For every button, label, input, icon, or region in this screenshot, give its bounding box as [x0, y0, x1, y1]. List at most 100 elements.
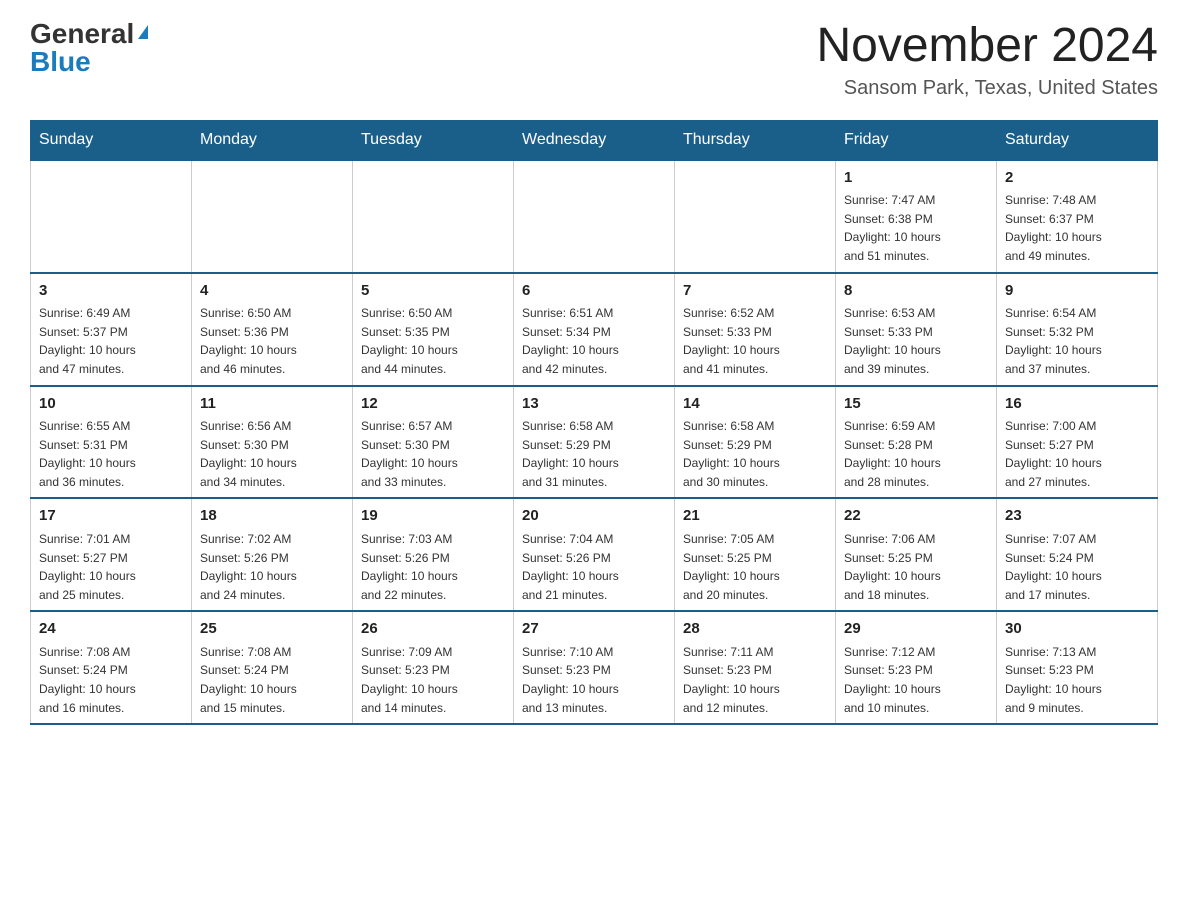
day-number: 21 [683, 505, 827, 528]
calendar-cell: 9Sunrise: 6:54 AMSunset: 5:32 PMDaylight… [997, 273, 1158, 386]
calendar-cell: 23Sunrise: 7:07 AMSunset: 5:24 PMDayligh… [997, 498, 1158, 611]
logo-general: General [30, 20, 134, 48]
calendar-cell: 29Sunrise: 7:12 AMSunset: 5:23 PMDayligh… [836, 611, 997, 724]
calendar-cell: 16Sunrise: 7:00 AMSunset: 5:27 PMDayligh… [997, 386, 1158, 499]
calendar-cell: 12Sunrise: 6:57 AMSunset: 5:30 PMDayligh… [353, 386, 514, 499]
day-info: Sunrise: 6:57 AMSunset: 5:30 PMDaylight:… [361, 417, 505, 491]
calendar-week-row: 3Sunrise: 6:49 AMSunset: 5:37 PMDaylight… [31, 273, 1158, 386]
day-info: Sunrise: 7:02 AMSunset: 5:26 PMDaylight:… [200, 530, 344, 604]
day-number: 2 [1005, 167, 1149, 190]
day-info: Sunrise: 6:56 AMSunset: 5:30 PMDaylight:… [200, 417, 344, 491]
calendar-cell: 4Sunrise: 6:50 AMSunset: 5:36 PMDaylight… [192, 273, 353, 386]
day-number: 14 [683, 393, 827, 416]
day-number: 16 [1005, 393, 1149, 416]
calendar-cell: 28Sunrise: 7:11 AMSunset: 5:23 PMDayligh… [675, 611, 836, 724]
calendar-week-row: 17Sunrise: 7:01 AMSunset: 5:27 PMDayligh… [31, 498, 1158, 611]
day-number: 30 [1005, 618, 1149, 641]
day-info: Sunrise: 7:13 AMSunset: 5:23 PMDaylight:… [1005, 643, 1149, 717]
day-info: Sunrise: 7:01 AMSunset: 5:27 PMDaylight:… [39, 530, 183, 604]
day-number: 15 [844, 393, 988, 416]
calendar-cell: 21Sunrise: 7:05 AMSunset: 5:25 PMDayligh… [675, 498, 836, 611]
calendar-week-row: 10Sunrise: 6:55 AMSunset: 5:31 PMDayligh… [31, 386, 1158, 499]
calendar-header-row: SundayMondayTuesdayWednesdayThursdayFrid… [31, 120, 1158, 160]
day-info: Sunrise: 7:00 AMSunset: 5:27 PMDaylight:… [1005, 417, 1149, 491]
day-info: Sunrise: 7:04 AMSunset: 5:26 PMDaylight:… [522, 530, 666, 604]
day-number: 27 [522, 618, 666, 641]
day-number: 17 [39, 505, 183, 528]
calendar-cell: 11Sunrise: 6:56 AMSunset: 5:30 PMDayligh… [192, 386, 353, 499]
day-info: Sunrise: 6:54 AMSunset: 5:32 PMDaylight:… [1005, 304, 1149, 378]
day-number: 12 [361, 393, 505, 416]
day-info: Sunrise: 6:50 AMSunset: 5:35 PMDaylight:… [361, 304, 505, 378]
day-info: Sunrise: 6:55 AMSunset: 5:31 PMDaylight:… [39, 417, 183, 491]
calendar-cell: 22Sunrise: 7:06 AMSunset: 5:25 PMDayligh… [836, 498, 997, 611]
day-number: 25 [200, 618, 344, 641]
calendar-cell: 26Sunrise: 7:09 AMSunset: 5:23 PMDayligh… [353, 611, 514, 724]
calendar-cell: 1Sunrise: 7:47 AMSunset: 6:38 PMDaylight… [836, 160, 997, 273]
calendar-cell: 2Sunrise: 7:48 AMSunset: 6:37 PMDaylight… [997, 160, 1158, 273]
calendar-week-row: 1Sunrise: 7:47 AMSunset: 6:38 PMDaylight… [31, 160, 1158, 273]
day-number: 3 [39, 280, 183, 303]
calendar-cell [353, 160, 514, 273]
calendar-header-monday: Monday [192, 120, 353, 160]
title-section: November 2024 Sansom Park, Texas, United… [816, 20, 1158, 100]
day-number: 5 [361, 280, 505, 303]
day-number: 26 [361, 618, 505, 641]
day-number: 29 [844, 618, 988, 641]
day-info: Sunrise: 6:52 AMSunset: 5:33 PMDaylight:… [683, 304, 827, 378]
day-info: Sunrise: 7:12 AMSunset: 5:23 PMDaylight:… [844, 643, 988, 717]
day-number: 6 [522, 280, 666, 303]
calendar-cell: 8Sunrise: 6:53 AMSunset: 5:33 PMDaylight… [836, 273, 997, 386]
day-number: 13 [522, 393, 666, 416]
day-info: Sunrise: 6:58 AMSunset: 5:29 PMDaylight:… [683, 417, 827, 491]
day-number: 23 [1005, 505, 1149, 528]
logo: General Blue [30, 20, 148, 76]
day-number: 1 [844, 167, 988, 190]
calendar-cell [514, 160, 675, 273]
day-info: Sunrise: 7:47 AMSunset: 6:38 PMDaylight:… [844, 191, 988, 265]
day-info: Sunrise: 6:51 AMSunset: 5:34 PMDaylight:… [522, 304, 666, 378]
day-info: Sunrise: 7:09 AMSunset: 5:23 PMDaylight:… [361, 643, 505, 717]
location: Sansom Park, Texas, United States [816, 77, 1158, 100]
day-info: Sunrise: 7:05 AMSunset: 5:25 PMDaylight:… [683, 530, 827, 604]
calendar-cell: 14Sunrise: 6:58 AMSunset: 5:29 PMDayligh… [675, 386, 836, 499]
day-info: Sunrise: 6:53 AMSunset: 5:33 PMDaylight:… [844, 304, 988, 378]
day-number: 28 [683, 618, 827, 641]
calendar-cell: 18Sunrise: 7:02 AMSunset: 5:26 PMDayligh… [192, 498, 353, 611]
calendar-cell: 19Sunrise: 7:03 AMSunset: 5:26 PMDayligh… [353, 498, 514, 611]
day-info: Sunrise: 7:48 AMSunset: 6:37 PMDaylight:… [1005, 191, 1149, 265]
calendar-header-wednesday: Wednesday [514, 120, 675, 160]
day-number: 10 [39, 393, 183, 416]
page-header: General Blue November 2024 Sansom Park, … [30, 20, 1158, 100]
calendar-cell: 25Sunrise: 7:08 AMSunset: 5:24 PMDayligh… [192, 611, 353, 724]
calendar-cell: 13Sunrise: 6:58 AMSunset: 5:29 PMDayligh… [514, 386, 675, 499]
calendar-cell [31, 160, 192, 273]
calendar-header-saturday: Saturday [997, 120, 1158, 160]
day-info: Sunrise: 6:59 AMSunset: 5:28 PMDaylight:… [844, 417, 988, 491]
calendar-cell [675, 160, 836, 273]
day-number: 24 [39, 618, 183, 641]
day-info: Sunrise: 7:06 AMSunset: 5:25 PMDaylight:… [844, 530, 988, 604]
calendar-cell: 6Sunrise: 6:51 AMSunset: 5:34 PMDaylight… [514, 273, 675, 386]
day-info: Sunrise: 6:50 AMSunset: 5:36 PMDaylight:… [200, 304, 344, 378]
calendar-cell: 10Sunrise: 6:55 AMSunset: 5:31 PMDayligh… [31, 386, 192, 499]
day-info: Sunrise: 7:11 AMSunset: 5:23 PMDaylight:… [683, 643, 827, 717]
day-number: 11 [200, 393, 344, 416]
day-number: 8 [844, 280, 988, 303]
day-number: 4 [200, 280, 344, 303]
calendar-cell: 27Sunrise: 7:10 AMSunset: 5:23 PMDayligh… [514, 611, 675, 724]
calendar-header-sunday: Sunday [31, 120, 192, 160]
calendar-cell: 7Sunrise: 6:52 AMSunset: 5:33 PMDaylight… [675, 273, 836, 386]
day-number: 9 [1005, 280, 1149, 303]
calendar-cell: 15Sunrise: 6:59 AMSunset: 5:28 PMDayligh… [836, 386, 997, 499]
calendar-cell: 24Sunrise: 7:08 AMSunset: 5:24 PMDayligh… [31, 611, 192, 724]
day-info: Sunrise: 7:07 AMSunset: 5:24 PMDaylight:… [1005, 530, 1149, 604]
day-number: 7 [683, 280, 827, 303]
calendar-table: SundayMondayTuesdayWednesdayThursdayFrid… [30, 120, 1158, 725]
day-number: 18 [200, 505, 344, 528]
day-number: 20 [522, 505, 666, 528]
calendar-header-thursday: Thursday [675, 120, 836, 160]
day-info: Sunrise: 7:08 AMSunset: 5:24 PMDaylight:… [200, 643, 344, 717]
month-title: November 2024 [816, 20, 1158, 73]
day-info: Sunrise: 7:10 AMSunset: 5:23 PMDaylight:… [522, 643, 666, 717]
